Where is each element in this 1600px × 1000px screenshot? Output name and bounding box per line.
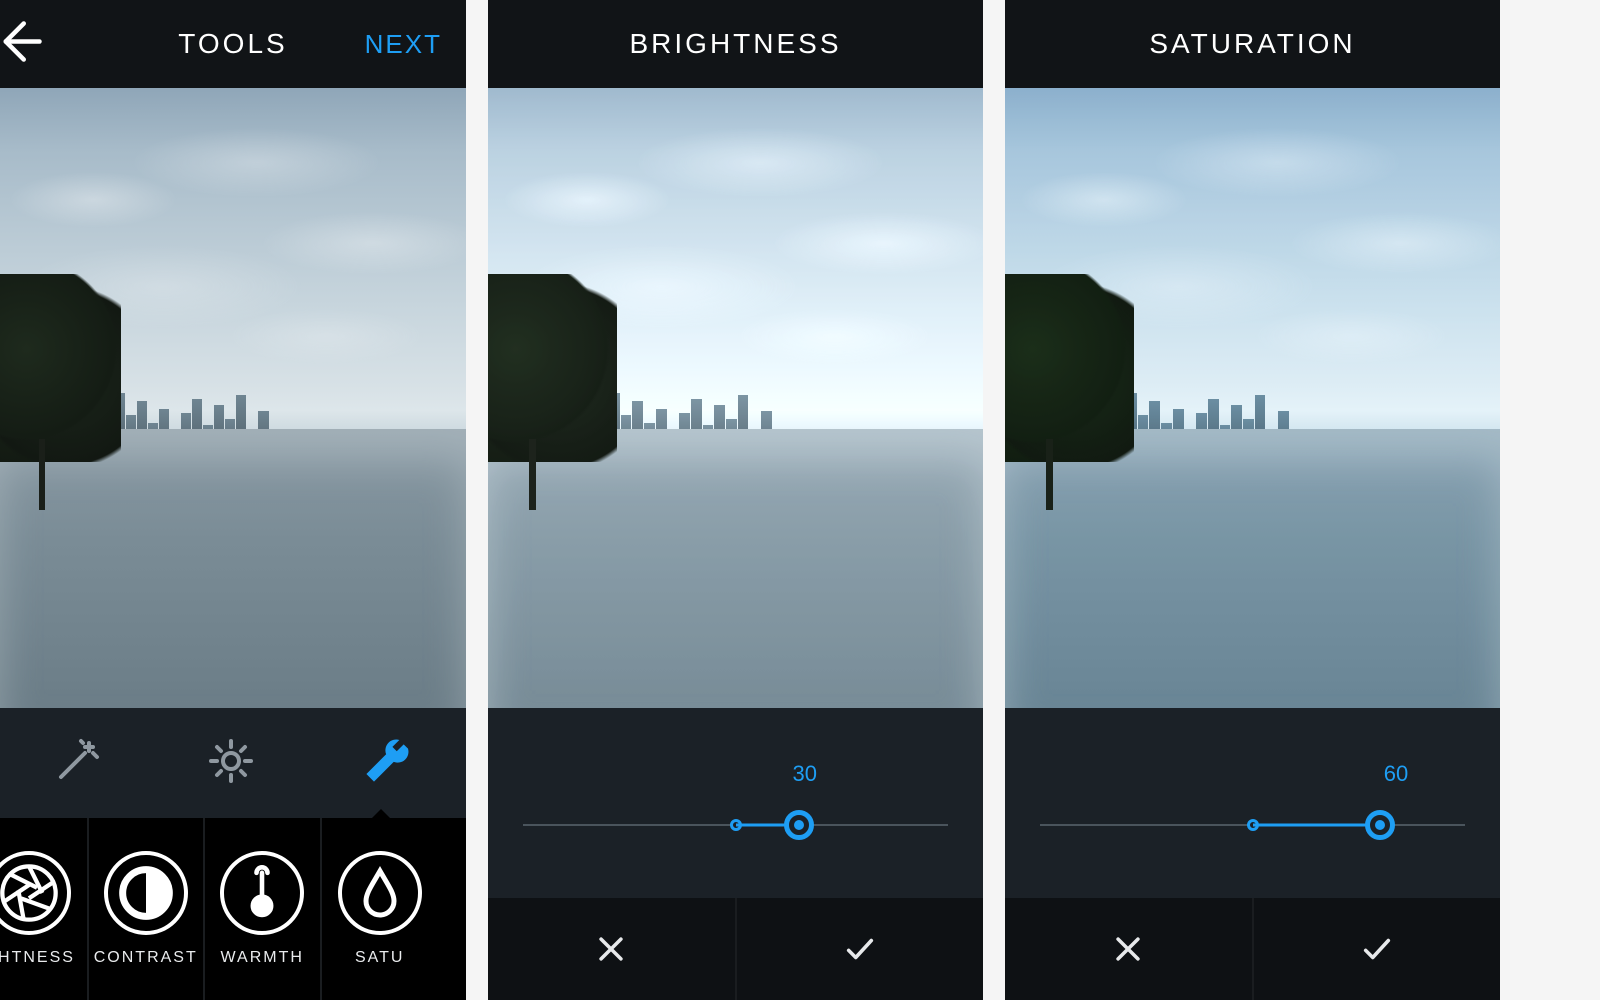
tool-brightness[interactable]: GHTNESS [0, 818, 89, 1000]
close-icon [1111, 932, 1145, 966]
confirm-button[interactable] [737, 898, 984, 1000]
editor-screen-brightness: BRIGHTNESS 30 [488, 0, 983, 1000]
confirm-bar [1005, 898, 1500, 1000]
droplet-icon [338, 851, 422, 935]
confirm-button[interactable] [1254, 898, 1501, 1000]
tab-lux[interactable] [53, 737, 101, 790]
tool-contrast[interactable]: CONTRAST [89, 818, 206, 1000]
thermometer-icon [220, 851, 304, 935]
brightness-sun-icon [207, 737, 255, 785]
close-icon [594, 932, 628, 966]
tool-label: SATU [355, 949, 404, 967]
slider-panel: 30 [488, 708, 983, 898]
back-arrow-icon [0, 15, 44, 69]
photo-preview [488, 88, 983, 708]
nav-title: SATURATION [1149, 28, 1355, 60]
editor-tab-bar [0, 708, 466, 818]
nav-title: BRIGHTNESS [629, 28, 841, 60]
tab-tools[interactable] [361, 735, 413, 792]
check-icon [1357, 932, 1397, 966]
tree [0, 274, 121, 510]
cancel-button[interactable] [488, 898, 737, 1000]
nav-bar: SATURATION [1005, 0, 1500, 88]
tab-brightness[interactable] [207, 737, 255, 790]
tool-strip[interactable]: GHTNESS CONTRAST WARMTH SATU [0, 818, 466, 1000]
photo-preview [0, 88, 466, 708]
brightness-slider[interactable] [523, 805, 949, 845]
next-button[interactable]: NEXT [365, 29, 442, 60]
nav-bar: TOOLS NEXT [0, 0, 466, 88]
slider-value: 60 [1384, 761, 1408, 787]
back-button[interactable] [0, 15, 44, 74]
tool-label: CONTRAST [94, 949, 198, 967]
editor-screen-tools: TOOLS NEXT [0, 0, 466, 1000]
wrench-icon [361, 735, 413, 787]
nav-title: TOOLS [178, 28, 287, 60]
confirm-bar [488, 898, 983, 1000]
magic-wand-icon [53, 737, 101, 785]
tool-saturation[interactable]: SATU [322, 818, 439, 1000]
slider-value: 30 [793, 761, 817, 787]
aperture-icon [0, 851, 71, 935]
photo-preview [1005, 88, 1500, 708]
tool-warmth[interactable]: WARMTH [205, 818, 322, 1000]
check-icon [840, 932, 880, 966]
half-circle-icon [104, 851, 188, 935]
slider-panel: 60 [1005, 708, 1500, 898]
cancel-button[interactable] [1005, 898, 1254, 1000]
tool-label: WARMTH [221, 949, 304, 967]
saturation-slider[interactable] [1040, 805, 1466, 845]
editor-screen-saturation: SATURATION 60 [1005, 0, 1500, 1000]
nav-bar: BRIGHTNESS [488, 0, 983, 88]
tool-label: GHTNESS [0, 949, 75, 967]
